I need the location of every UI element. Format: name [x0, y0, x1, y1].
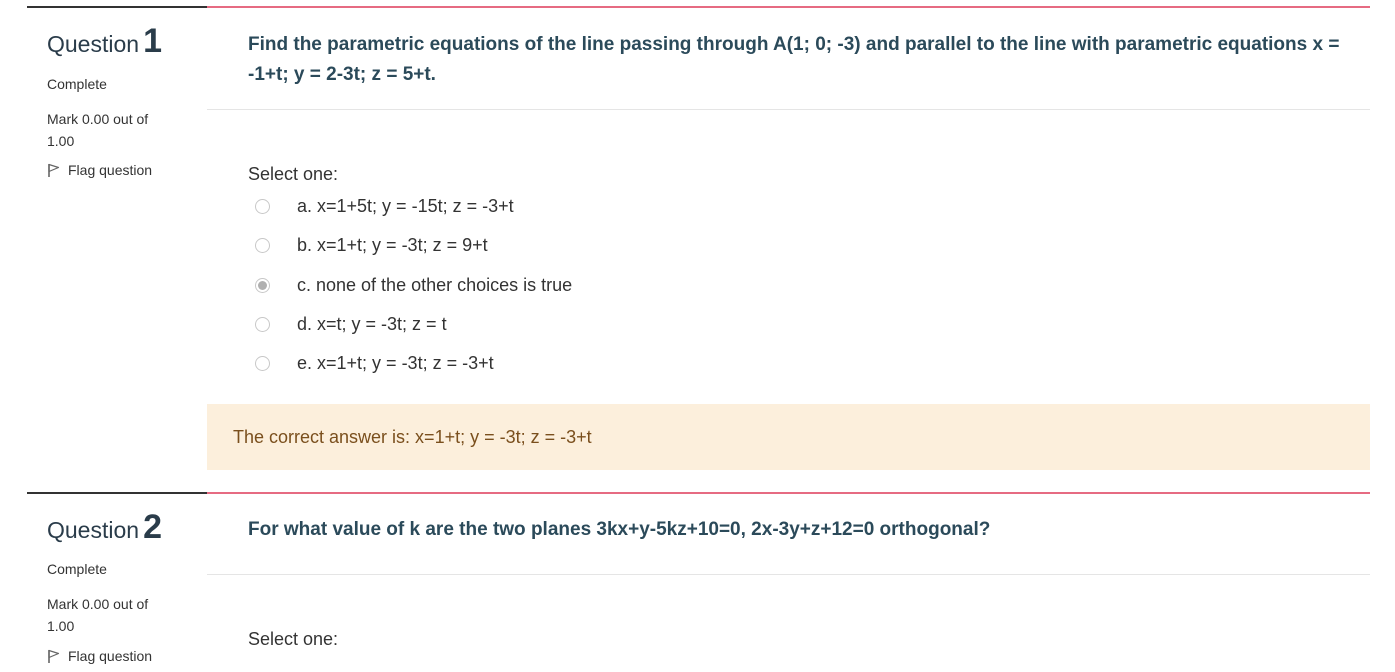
info-divider	[27, 6, 207, 8]
flag-icon	[48, 163, 60, 177]
question-text: Find the parametric equations of the lin…	[248, 34, 1340, 85]
question-number: Question 2	[47, 508, 162, 547]
flag-question-label: Flag question	[68, 162, 153, 178]
question-2: Question 2 Complete Mark 0.00 out of 1.00…	[0, 486, 1395, 672]
question-grade: Mark 0.00 out of 1.00	[47, 111, 149, 149]
answer-option-c[interactable]: c. none of the other choices is true	[248, 271, 572, 299]
question-text-divider	[207, 574, 1370, 575]
content-divider	[207, 492, 1370, 494]
question-number-value: 2	[143, 508, 162, 546]
radio-button-icon[interactable]	[255, 237, 270, 253]
question-text: For what value of k are the two planes 3…	[248, 519, 991, 540]
answer-option-e[interactable]: e. x=1+t; y = -3t; z = -3+t	[248, 349, 494, 377]
answer-option-label: d. x=t; y = -3t; z = t	[297, 313, 447, 334]
question-text-divider	[207, 109, 1370, 110]
question-state: Complete	[47, 561, 107, 577]
answer-option-label: a. x=1+5t; y = -15t; z = -3+t	[297, 195, 514, 216]
question-word: Question	[47, 517, 140, 543]
question-1: Question 1 Complete Mark 0.00 out of 1.00…	[0, 0, 1395, 480]
question-word: Question	[47, 31, 140, 57]
question-number-value: 1	[143, 22, 162, 60]
select-one-prompt: Select one:	[248, 629, 339, 649]
correct-answer-feedback: The correct answer is: x=1+t; y = -3t; z…	[207, 404, 1370, 470]
answer-option-d[interactable]: d. x=t; y = -3t; z = t	[248, 310, 447, 338]
answer-option-b[interactable]: b. x=1+t; y = -3t; z = 9+t	[248, 231, 488, 259]
radio-button-icon[interactable]	[255, 277, 270, 293]
question-number: Question 1	[47, 22, 162, 61]
radio-button-icon[interactable]	[255, 316, 270, 332]
question-state: Complete	[47, 76, 107, 92]
flag-question-link[interactable]: Flag question	[47, 648, 152, 664]
flag-question-link[interactable]: Flag question	[47, 162, 152, 178]
flag-icon	[48, 649, 60, 663]
flag-question-label: Flag question	[68, 648, 153, 664]
radio-button-icon[interactable]	[255, 355, 270, 371]
answer-option-label: b. x=1+t; y = -3t; z = 9+t	[297, 234, 488, 255]
answer-option-label: e. x=1+t; y = -3t; z = -3+t	[297, 352, 494, 373]
answer-option-label: c. none of the other choices is true	[297, 274, 573, 295]
content-divider	[207, 6, 1370, 8]
question-grade: Mark 0.00 out of 1.00	[47, 596, 149, 634]
radio-button-icon[interactable]	[255, 198, 270, 214]
answer-option-a[interactable]: a. x=1+5t; y = -15t; z = -3+t	[248, 192, 514, 220]
info-divider	[27, 492, 207, 494]
select-one-prompt: Select one:	[248, 164, 339, 184]
feedback-text: The correct answer is: x=1+t; y = -3t; z…	[233, 426, 592, 447]
